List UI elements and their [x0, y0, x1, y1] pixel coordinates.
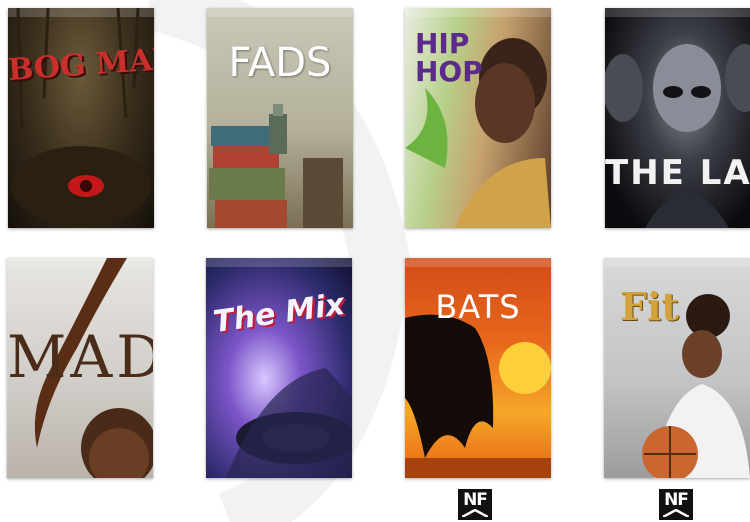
book-cover-hip-hop[interactable]: HIP HOP	[405, 8, 551, 228]
book-cover-bog-man[interactable]: BOG MAN	[8, 8, 154, 228]
book-title: THE LAB	[605, 153, 750, 193]
swamp-artwork	[11, 8, 151, 226]
chevron-icon	[663, 509, 689, 517]
book-title: FADS	[228, 40, 332, 86]
alien-artwork	[605, 44, 750, 228]
book-cover-fit[interactable]: Fit	[604, 258, 750, 478]
book-title: BATS	[435, 288, 521, 326]
book-cover-bats[interactable]: BATS	[405, 258, 551, 478]
book-title: MAD	[7, 323, 153, 391]
chevron-icon	[462, 509, 488, 517]
book-cover-fads[interactable]: FADS	[207, 8, 353, 228]
nonfiction-badge-label: NF	[664, 490, 689, 510]
book-cover-mad[interactable]: MAD	[7, 258, 153, 478]
book-title: HIP HOP	[415, 27, 483, 88]
book-cover-the-mix[interactable]: The Mix	[206, 258, 352, 478]
nonfiction-badge: NF	[659, 489, 693, 520]
book-title: Fit	[620, 284, 679, 329]
nonfiction-badge-label: NF	[463, 490, 488, 510]
book-cover-the-lab[interactable]: THE LAB	[605, 8, 750, 228]
nonfiction-badge: NF	[458, 489, 492, 520]
